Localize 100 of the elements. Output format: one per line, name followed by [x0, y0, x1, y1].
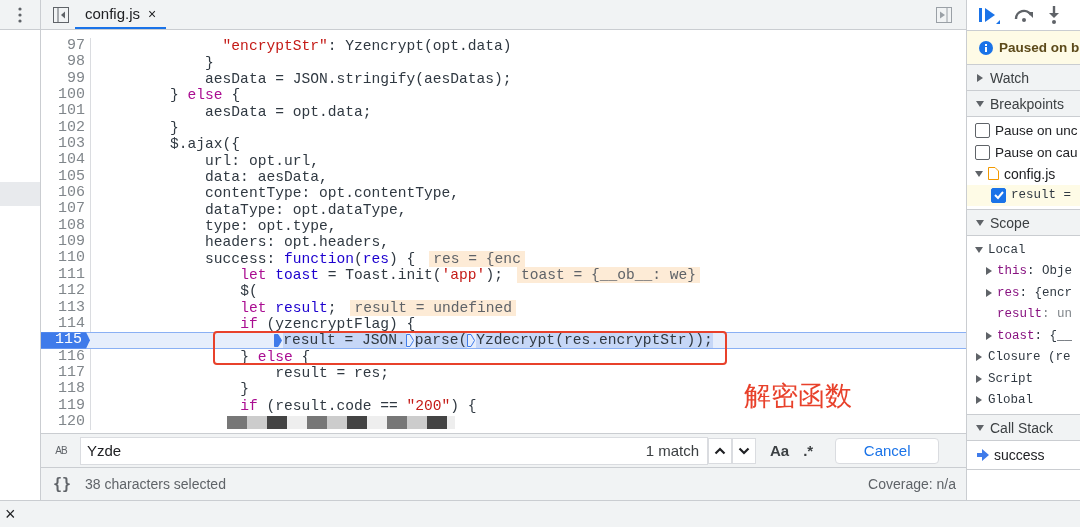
resume-icon[interactable] [978, 6, 1000, 24]
line-number: 116 [41, 348, 91, 365]
scope-name[interactable]: Global [988, 393, 1033, 408]
expand-triangle-icon[interactable] [985, 267, 993, 276]
line-number: 103 [41, 136, 91, 153]
collapse-triangle-icon[interactable] [975, 245, 983, 254]
cancel-button[interactable]: Cancel [835, 437, 940, 464]
regex-button[interactable]: .* [803, 442, 814, 459]
code-line: if (result.code == "200") { [239, 397, 477, 414]
code-line: } [239, 381, 249, 398]
coverage-info: Coverage: n/a [868, 476, 956, 492]
line-number: 120 [41, 413, 91, 431]
code-line: url: opt.url, [204, 152, 319, 169]
checkbox-label: Pause on unc [995, 123, 1078, 139]
scope-property: this: Obje [997, 264, 1073, 279]
breakpoint-code: result = [1011, 188, 1071, 203]
scope-name[interactable]: Closure (re [988, 350, 1071, 365]
checkbox[interactable] [975, 144, 990, 160]
scope-name[interactable]: Local [988, 242, 1026, 257]
line-number: 104 [41, 152, 91, 169]
line-number: 100 [41, 87, 91, 104]
sidebar-toggle-icon[interactable] [53, 6, 69, 23]
close-button[interactable]: × [5, 503, 16, 525]
scope-property: toast: {__ [997, 328, 1073, 343]
inline-value: res = {enc [429, 250, 525, 267]
breakpoint-marker-icon[interactable] [467, 333, 476, 347]
expand-triangle-icon[interactable] [985, 331, 993, 340]
pretty-print-button[interactable]: {} [53, 475, 72, 493]
checkbox[interactable] [975, 123, 990, 139]
code-line: "encryptStr": Yzencrypt(opt.data) [221, 38, 512, 55]
section-header[interactable]: Call Stack [967, 415, 1080, 441]
next-match-button[interactable] [732, 437, 756, 464]
current-frame-arrow-icon [977, 448, 989, 461]
line-number: 110 [41, 250, 91, 267]
code-line: let toast = Toast.init('app'); [239, 267, 503, 283]
more-options-icon[interactable] [18, 6, 22, 23]
match-count: 1 match [645, 442, 699, 459]
match-case-button[interactable]: Aa [770, 442, 790, 459]
line-number: 113 [41, 299, 91, 316]
checkbox-label: Pause on cau [995, 144, 1078, 160]
section-header[interactable]: Breakpoints [967, 91, 1080, 117]
section-header[interactable]: Watch [967, 65, 1080, 91]
previous-match-button[interactable] [708, 437, 732, 464]
paused-message: Paused on b [999, 40, 1080, 55]
expand-triangle-icon[interactable] [985, 288, 993, 297]
line-number: 101 [41, 103, 91, 120]
line-number: 118 [41, 381, 91, 398]
collapse-triangle-icon[interactable] [975, 169, 983, 178]
code-line: headers: opt.headers, [204, 234, 389, 251]
annotation-text: 解密函数 [744, 379, 852, 413]
step-into-icon[interactable] [1048, 6, 1060, 24]
step-over-icon[interactable] [1013, 8, 1035, 22]
code-line: dataType: opt.dataType, [204, 201, 407, 218]
code-line: aesData = JSON.stringify(aesDatas); [204, 70, 512, 87]
line-number: 106 [41, 185, 91, 202]
file-icon [988, 167, 999, 181]
line-number: 112 [41, 283, 91, 300]
line-number: 109 [41, 234, 91, 251]
chevron-down-icon [738, 446, 750, 455]
scope-name[interactable]: Script [988, 371, 1033, 386]
section-header[interactable]: Scope [967, 210, 1080, 236]
code-line: let result; [239, 299, 337, 316]
code-line: if (yzencryptFlag) { [239, 316, 416, 332]
code-line: } else { [169, 87, 241, 104]
breakpoint-marker-icon[interactable] [405, 333, 414, 347]
code-line: result = res; [274, 365, 389, 382]
inline-value: result = undefined [350, 299, 517, 316]
collapse-triangle-icon[interactable] [976, 218, 984, 227]
line-number: 111 [41, 266, 91, 284]
code-line: success: function(res) { [204, 250, 416, 267]
expand-triangle-icon[interactable] [976, 73, 984, 82]
code-line: data: aesData, [204, 168, 328, 185]
selection-info: 38 characters selected [85, 476, 226, 492]
expand-triangle-icon[interactable] [975, 374, 983, 383]
line-number: 119 [41, 397, 91, 414]
code-line: type: opt.type, [204, 217, 337, 234]
collapse-triangle-icon[interactable] [976, 423, 984, 432]
scope-property: res: {encr [997, 285, 1073, 300]
expand-triangle-icon[interactable] [975, 353, 983, 362]
code-line: } [169, 119, 179, 136]
line-number: 102 [41, 119, 91, 137]
line-number: 99 [41, 70, 91, 88]
call-frame[interactable]: success [967, 444, 1080, 466]
line-number: 107 [41, 201, 91, 218]
checkbox[interactable] [991, 187, 1006, 203]
file-name: config.js [1004, 165, 1056, 182]
code-line: aesData = opt.data; [204, 103, 372, 120]
line-number: 117 [41, 364, 91, 382]
line-number: 108 [41, 217, 91, 235]
line-number: 98 [41, 54, 91, 71]
info-icon [979, 40, 993, 55]
expand-triangle-icon[interactable] [975, 396, 983, 405]
search-field[interactable]: Yzde 1 match [80, 436, 708, 465]
line-number: 97 [41, 38, 91, 55]
chevron-up-icon [714, 446, 726, 455]
code-line: } [204, 54, 214, 71]
replace-toggle[interactable]: AB [47, 445, 75, 456]
scope-property: result: un [997, 307, 1073, 322]
debugger-toggle-icon[interactable] [936, 6, 952, 23]
collapse-triangle-icon[interactable] [976, 99, 984, 108]
